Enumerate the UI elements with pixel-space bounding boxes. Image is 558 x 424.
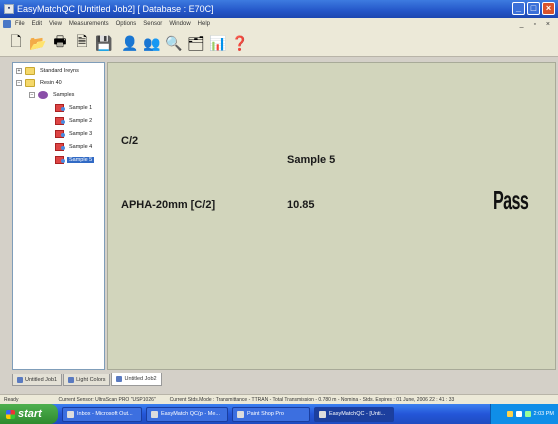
tree-node-sample-1[interactable]: Sample 1 bbox=[55, 103, 94, 112]
tab-light-colors[interactable]: Light Colors bbox=[63, 374, 111, 386]
tree-label-sample-selected: Sample 5 bbox=[67, 156, 95, 163]
menu-view[interactable]: View bbox=[49, 21, 62, 27]
collapse-icon[interactable]: − bbox=[16, 79, 22, 86]
tree-node-samples[interactable]: − Samples bbox=[29, 90, 76, 99]
tree-label-sample: Sample 4 bbox=[69, 143, 93, 150]
taskbar-item-easymatchqc[interactable]: EasyMatchQC - [Unti... bbox=[314, 406, 394, 422]
tree-node-sample-2[interactable]: Sample 2 bbox=[55, 116, 94, 125]
app-icon[interactable]: ▪ bbox=[4, 4, 14, 14]
job-icon bbox=[68, 376, 75, 383]
taskbar-item-paint-shop[interactable]: Paint Shop Pro bbox=[232, 406, 310, 422]
index-value: 10.85 bbox=[287, 199, 315, 211]
tab-untitled-job1[interactable]: Untitled Job1 bbox=[12, 374, 63, 386]
status-sensor: Current Sensor: UltraScan PRO "USP1026" bbox=[58, 396, 156, 403]
standard-icon[interactable]: 👤 bbox=[120, 33, 140, 53]
menu-measurements[interactable]: Measurements bbox=[69, 21, 109, 27]
window-icon bbox=[151, 410, 158, 418]
tray-icon[interactable] bbox=[506, 411, 513, 417]
preview-icon[interactable]: 🗎 bbox=[72, 33, 92, 53]
tree-node-sample-5[interactable]: Sample 5 bbox=[55, 155, 95, 164]
taskbar: start Inbox - Microsoft Out... EasyMatch… bbox=[0, 404, 558, 424]
export-icon[interactable]: 🗂 bbox=[186, 33, 206, 53]
menu-edit[interactable]: Edit bbox=[32, 21, 42, 27]
expand-icon[interactable]: + bbox=[16, 67, 22, 74]
tree-label-sample: Sample 2 bbox=[69, 117, 93, 124]
menu-window[interactable]: Window bbox=[169, 21, 190, 27]
tree-node-sample-3[interactable]: Sample 3 bbox=[55, 129, 94, 138]
help-icon[interactable]: ❓ bbox=[230, 33, 250, 53]
scale-label: C/2 bbox=[121, 135, 139, 147]
windows-flag-icon bbox=[6, 409, 15, 419]
tree-label-sample: Sample 1 bbox=[69, 104, 93, 111]
trend-icon[interactable]: 📊 bbox=[208, 33, 228, 53]
start-label: start bbox=[18, 408, 42, 420]
sample-icon bbox=[55, 142, 65, 151]
job-tree[interactable]: + Standard Ireyns − Resin 40 − Samples S… bbox=[12, 62, 105, 370]
tree-label-samples: Samples bbox=[53, 91, 75, 98]
close-button[interactable]: × bbox=[542, 2, 555, 15]
taskbar-item-label: Paint Shop Pro bbox=[247, 411, 284, 417]
window-title: EasyMatchQC [Untitled Job2] [ Database :… bbox=[17, 4, 214, 14]
pass-fail-result: Pass bbox=[493, 185, 529, 215]
maximize-button[interactable]: □ bbox=[527, 2, 540, 15]
job-icon bbox=[116, 376, 123, 382]
sample-name: Sample 5 bbox=[287, 154, 336, 166]
job-tabs: Untitled Job1 Light Colors Untitled Job2 bbox=[12, 372, 556, 386]
menu-bar: File Edit View Measurements Options Sens… bbox=[0, 18, 558, 30]
tray-icon[interactable] bbox=[524, 411, 531, 417]
title-bar: ▪ EasyMatchQC [Untitled Job2] [ Database… bbox=[0, 0, 558, 18]
collapse-icon[interactable]: − bbox=[29, 91, 35, 98]
save-icon[interactable]: 💾 bbox=[94, 33, 114, 53]
sample-icon[interactable]: 👥 bbox=[142, 33, 162, 53]
paint-icon bbox=[237, 410, 244, 418]
results-view: C/2 Sample 5 APHA-20mm [C/2] 10.85 Pass bbox=[107, 62, 556, 370]
new-icon[interactable]: 🗋 bbox=[6, 33, 26, 53]
sample-icon bbox=[55, 116, 65, 125]
taskbar-item-easymatch-help[interactable]: EasyMatch QC(p - Me... bbox=[146, 406, 228, 422]
system-tray: 2:03 PM bbox=[490, 404, 558, 424]
tree-node-group[interactable]: − Resin 40 bbox=[16, 78, 64, 87]
tree-node-standard[interactable]: + Standard Ireyns bbox=[16, 66, 81, 75]
tree-label-standard: Standard Ireyns bbox=[40, 67, 79, 74]
menu-file[interactable]: File bbox=[15, 21, 25, 27]
toolbar: 🗋 📂 🖶 🗎 💾 👤 👥 🔍 🗂 📊 ❓ bbox=[0, 30, 558, 57]
taskbar-item-label: EasyMatchQC - [Unti... bbox=[329, 411, 386, 417]
menu-help[interactable]: Help bbox=[198, 21, 210, 27]
tab-label: Untitled Job1 bbox=[25, 376, 58, 383]
print-icon[interactable]: 🖶 bbox=[50, 33, 70, 53]
index-label: APHA-20mm [C/2] bbox=[121, 199, 216, 211]
tab-label: Untitled Job2 bbox=[124, 376, 157, 382]
open-icon[interactable]: 📂 bbox=[28, 33, 48, 53]
status-bar: Ready Current Sensor: UltraScan PRO "USP… bbox=[0, 394, 558, 404]
start-button[interactable]: start bbox=[0, 404, 58, 424]
status-ready: Ready bbox=[4, 396, 19, 403]
status-mode: Current Stds.Mode : Transmittance - TTRA… bbox=[169, 396, 455, 403]
tree-label-sample: Sample 3 bbox=[69, 130, 93, 137]
job-icon bbox=[17, 376, 23, 383]
sample-icon bbox=[55, 129, 65, 138]
tree-node-sample-4[interactable]: Sample 4 bbox=[55, 142, 94, 151]
mdi-controls[interactable]: _ ▫ × bbox=[520, 21, 554, 28]
tree-label-group: Resin 40 bbox=[40, 79, 62, 86]
window-controls: _ □ × bbox=[512, 2, 555, 15]
sample-icon bbox=[55, 103, 65, 112]
app-icon bbox=[319, 410, 326, 418]
document-icon[interactable] bbox=[3, 20, 11, 28]
menu-options[interactable]: Options bbox=[116, 21, 137, 27]
taskbar-item-inbox[interactable]: Inbox - Microsoft Out... bbox=[62, 406, 142, 422]
measure-icon[interactable]: 🔍 bbox=[164, 33, 184, 53]
minimize-button[interactable]: _ bbox=[512, 2, 525, 15]
sample-icon bbox=[55, 155, 65, 164]
outlook-icon bbox=[67, 410, 74, 418]
taskbar-item-label: Inbox - Microsoft Out... bbox=[77, 411, 133, 417]
menu-sensor[interactable]: Sensor bbox=[143, 21, 162, 27]
tray-icon[interactable] bbox=[515, 411, 522, 417]
tab-label: Light Colors bbox=[76, 376, 106, 383]
folder-icon bbox=[25, 66, 35, 75]
tab-untitled-job2[interactable]: Untitled Job2 bbox=[111, 373, 162, 386]
clock[interactable]: 2:03 PM bbox=[534, 411, 554, 417]
folder-icon bbox=[25, 78, 35, 87]
taskbar-item-label: EasyMatch QC(p - Me... bbox=[161, 411, 220, 417]
samples-icon bbox=[38, 90, 48, 99]
